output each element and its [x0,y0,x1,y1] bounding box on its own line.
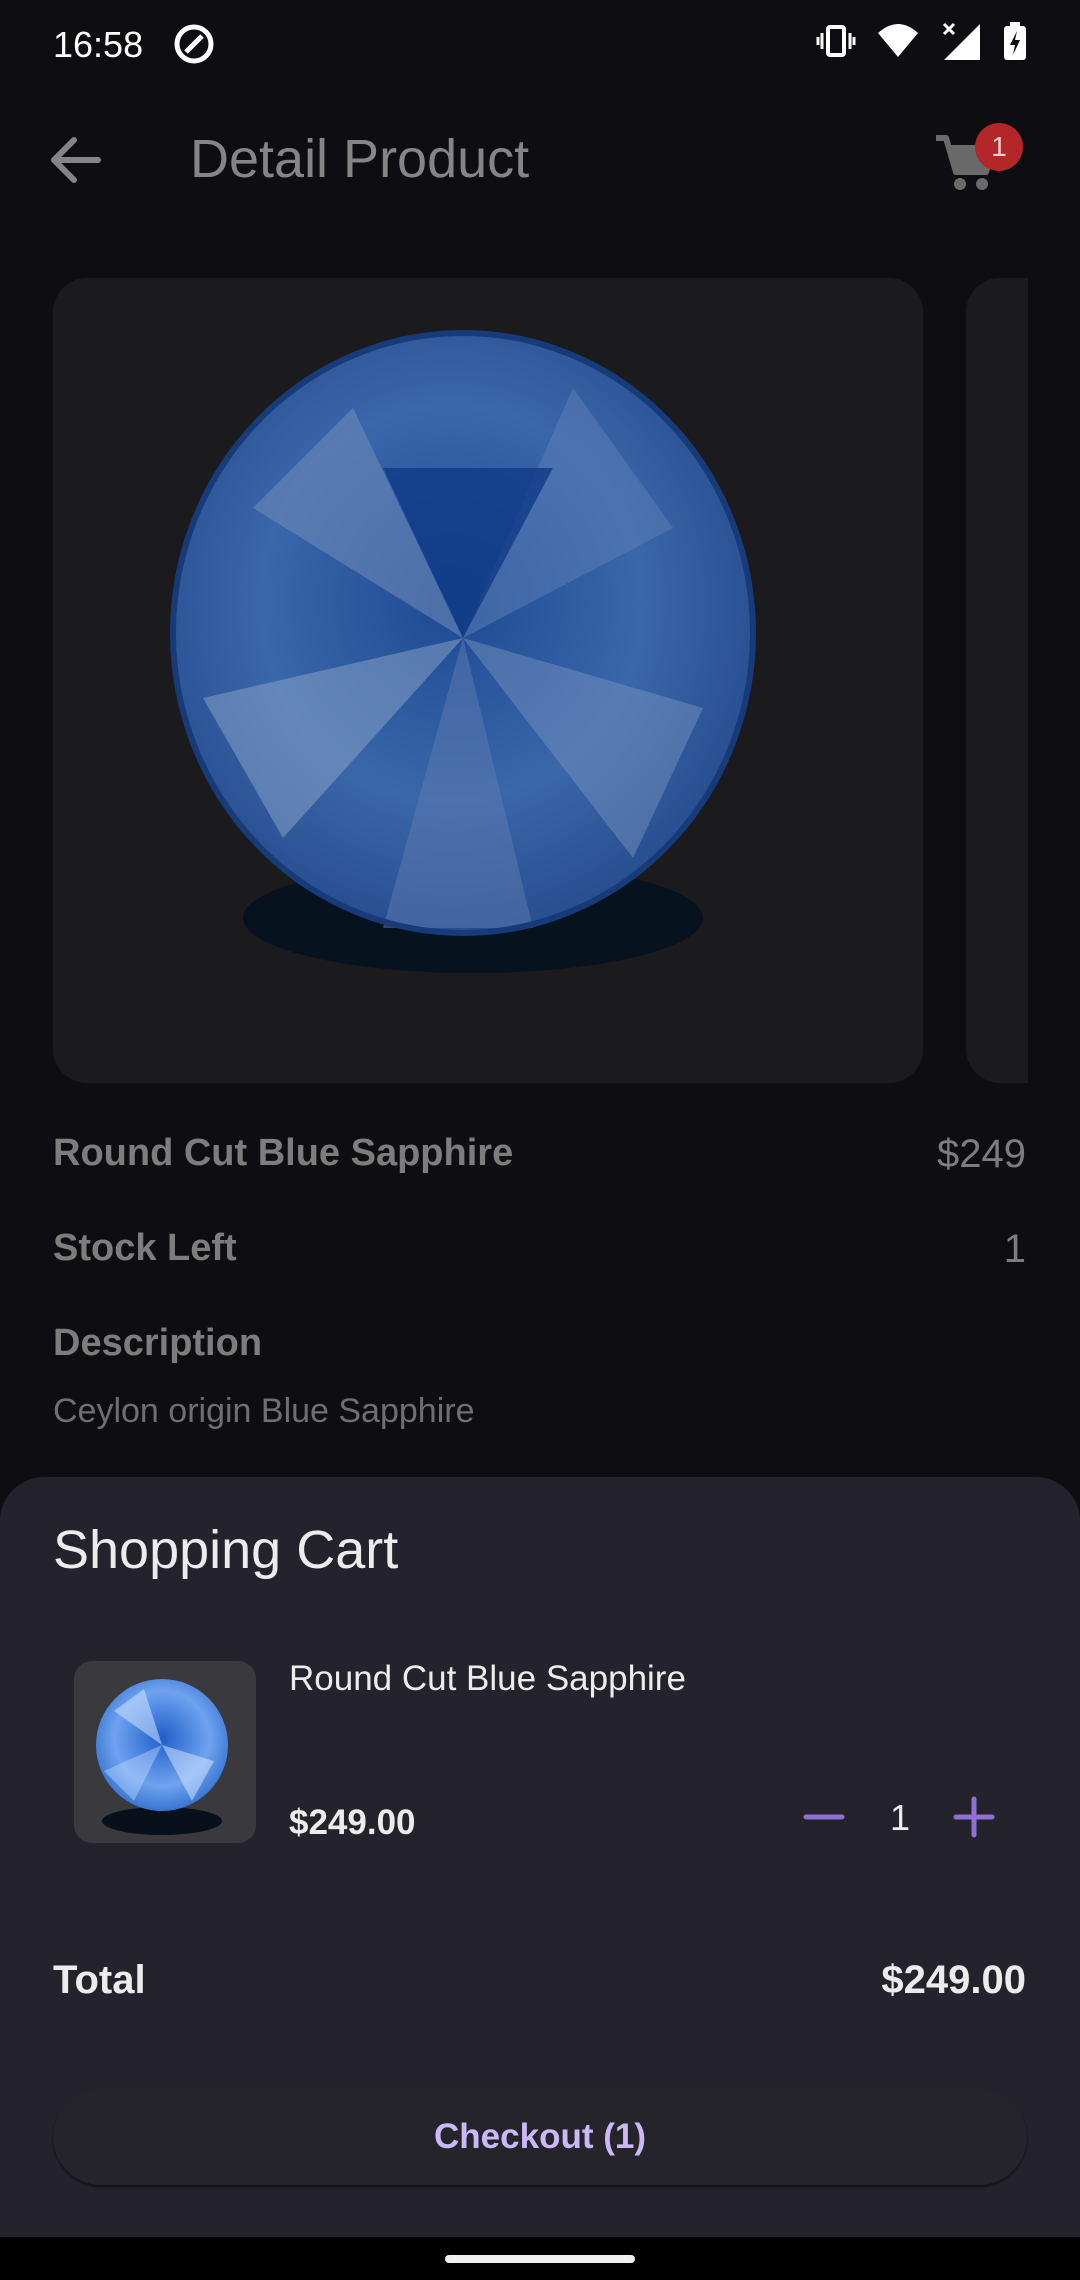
vibrate-icon [816,25,856,57]
back-arrow-icon[interactable] [40,130,110,190]
cart-item-price: $249.00 [289,1803,416,1842]
product-image-card[interactable] [53,278,923,1083]
status-time: 16:58 [53,24,144,65]
stock-value: 1 [1003,1227,1026,1271]
cart-badge: 1 [975,123,1023,171]
shopping-cart-sheet: Shopping Cart Round Cut Blue Sapphire $2… [0,1477,1080,2237]
quantity-value: 1 [889,1797,911,1838]
home-gesture-handle[interactable] [445,2255,635,2263]
app-bar: Detail Product 1 [0,90,1080,230]
stock-label: Stock Left [53,1227,237,1269]
battery-charging-icon [1004,22,1026,60]
plus-icon[interactable] [950,1793,998,1841]
sheet-title: Shopping Cart [53,1520,399,1580]
total-value: $249.00 [881,1958,1026,2002]
minus-icon[interactable] [800,1793,848,1841]
signal-icon [942,22,980,60]
product-price: $249 [937,1132,1026,1176]
page-title: Detail Product [190,129,530,189]
description-label: Description [53,1322,263,1364]
cart-item-thumbnail [74,1661,256,1843]
status-icons [816,20,1028,62]
description-text: Ceylon origin Blue Sapphire [53,1392,475,1430]
status-bar: 16:58 [0,0,1080,90]
product-name: Round Cut Blue Sapphire [53,1132,514,1174]
navigation-bar [0,2237,1080,2280]
checkout-button[interactable]: Checkout (1) [53,2089,1027,2185]
sapphire-image [170,330,756,973]
cart-item-name: Round Cut Blue Sapphire [289,1659,686,1698]
wifi-icon [878,24,918,57]
at-sign-icon [174,24,214,64]
total-label: Total [53,1958,146,2002]
next-image-card[interactable] [966,278,1028,1083]
